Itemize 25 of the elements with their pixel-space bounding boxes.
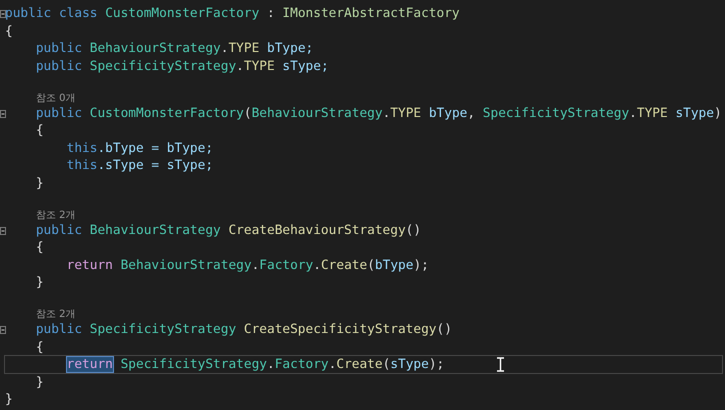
code-line: { [4,22,14,41]
code-line: public SpecificityStrategy CreateSpecificityStrategy() [34,321,453,340]
text-cursor-icon [496,357,505,372]
code-line: { [34,122,45,140]
collapse-icon[interactable] [0,10,6,18]
code-line: public BehaviourStrategy CreateBehaviourStrategy() [34,222,422,240]
code-line: public SpecificityStrategy.TYPE sType; [34,58,330,76]
code-line: { [34,239,45,258]
code-line: } [4,391,14,410]
code-line: public class CustomMonsterFactory : IMonsterAbstractFactory [4,5,461,24]
code-line: { [34,338,45,357]
code-line: public CustomMonsterFactory(BehaviourStrategy.TYPE bType, SpecificityStrategy.TYPE sType) [34,104,723,123]
code-line: public BehaviourStrategy.TYPE bType; [34,40,314,58]
collapse-icon[interactable] [0,226,6,234]
code-line: return BehaviourStrategy.Factory.Create(bType); [66,256,430,275]
reference-count[interactable]: 참조 2개 [5,309,76,321]
code-line: } [34,374,45,392]
code-line: } [34,274,45,292]
code-line: this.sType = sType; [66,157,214,176]
collapse-icon[interactable] [0,326,6,334]
code-line: this.bType = bType; [66,140,214,158]
collapse-icon[interactable] [0,110,6,118]
code-line: } [34,174,45,193]
reference-count[interactable]: 참조 2개 [5,210,76,222]
reference-count[interactable]: 참조 0개 [5,92,76,104]
